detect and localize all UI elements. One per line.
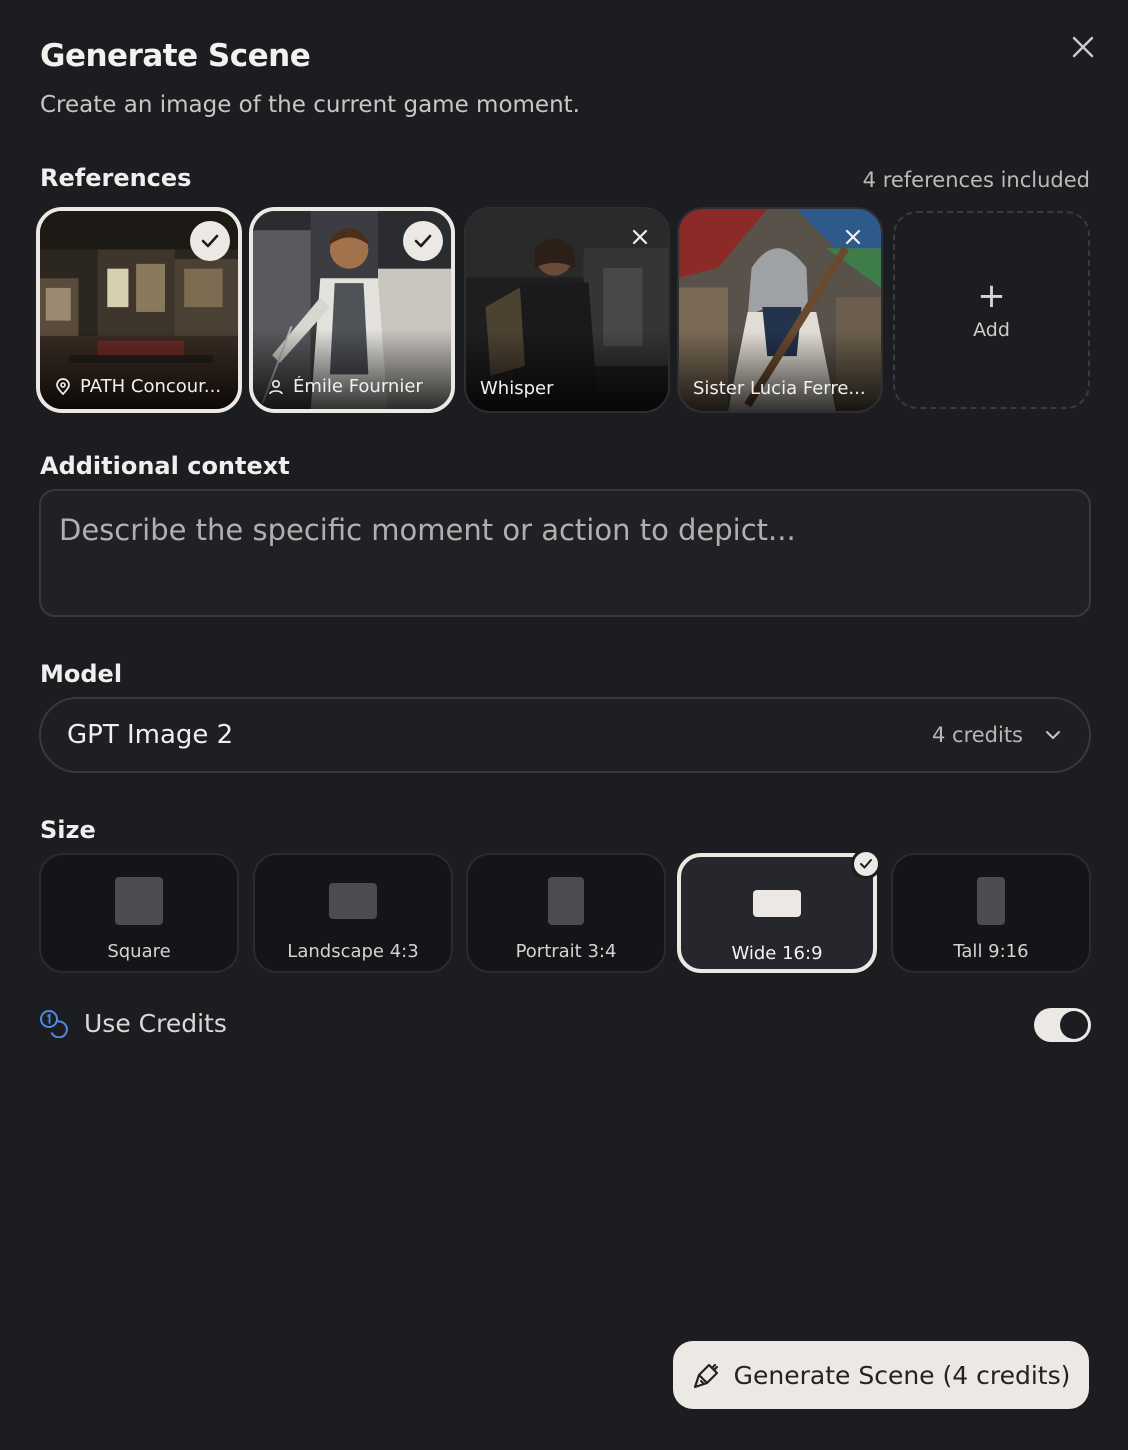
generate-scene-label: Generate Scene (4 credits)	[733, 1360, 1071, 1390]
size-label: Size	[40, 816, 96, 844]
additional-context-label: Additional context	[40, 452, 290, 480]
add-reference-button[interactable]: + Add	[893, 211, 1090, 409]
close-icon	[632, 229, 648, 245]
tall-shape-icon	[977, 877, 1005, 925]
close-icon	[1072, 36, 1094, 58]
references-count: 4 references included	[862, 168, 1090, 192]
dialog-title: Generate Scene	[40, 38, 311, 74]
use-credits-label: Use Credits	[84, 1008, 227, 1038]
size-option-label: Portrait 3:4	[515, 941, 617, 962]
reference-card-whisper[interactable]: Whisper	[464, 207, 670, 413]
check-icon	[860, 859, 872, 869]
close-button[interactable]	[1068, 32, 1098, 62]
add-label: Add	[973, 319, 1010, 341]
selected-check-badge[interactable]	[403, 221, 443, 261]
plus-icon: +	[977, 276, 1006, 316]
reference-label: Sister Lucia Ferre...	[693, 378, 866, 399]
square-shape-icon	[115, 877, 163, 925]
selected-check-badge[interactable]	[190, 221, 230, 261]
model-select[interactable]: GPT Image 2 4 credits	[39, 697, 1091, 773]
model-selected-value: GPT Image 2	[67, 720, 234, 750]
size-option-label: Square	[107, 941, 171, 962]
person-icon	[269, 379, 283, 394]
check-icon	[414, 234, 432, 248]
toggle-knob	[1060, 1011, 1088, 1039]
size-option-square[interactable]: Square	[39, 853, 239, 973]
size-option-label: Tall 9:16	[953, 941, 1029, 962]
coins-icon	[40, 1010, 68, 1038]
use-credits-row: Use Credits	[38, 1008, 227, 1038]
close-icon	[845, 229, 861, 245]
reference-label: PATH Concour...	[80, 376, 222, 397]
size-option-wide[interactable]: Wide 16:9	[677, 849, 881, 973]
use-credits-toggle[interactable]	[1034, 1008, 1091, 1042]
generate-scene-button[interactable]: Generate Scene (4 credits)	[673, 1341, 1089, 1409]
reference-card-character[interactable]: Émile Fournier	[249, 207, 455, 413]
size-option-label: Landscape 4:3	[287, 941, 419, 962]
wide-shape-icon	[753, 889, 801, 917]
size-option-portrait[interactable]: Portrait 3:4	[466, 853, 666, 973]
remove-reference-button[interactable]	[622, 219, 658, 255]
size-options: Square Landscape 4:3 Portrait 3:4 Wide 1…	[39, 849, 1091, 973]
references-label: References	[40, 164, 192, 192]
location-pin-icon	[56, 377, 70, 395]
reference-card-sister-lucia[interactable]: Sister Lucia Ferre...	[677, 207, 883, 413]
remove-reference-button[interactable]	[835, 219, 871, 255]
size-option-landscape[interactable]: Landscape 4:3	[253, 853, 453, 973]
model-label: Model	[40, 660, 123, 688]
paintbrush-icon	[693, 1363, 718, 1389]
additional-context-input[interactable]	[39, 489, 1091, 617]
reference-card-location[interactable]: PATH Concour...	[36, 207, 242, 413]
model-credits: 4 credits	[931, 723, 1023, 747]
chevron-down-icon	[1046, 731, 1060, 739]
size-option-label: Wide 16:9	[731, 943, 823, 964]
selected-check-badge	[851, 849, 881, 879]
references-list: PATH Concour... Émile Fournier Whisper S…	[36, 207, 1096, 413]
dialog-subtitle: Create an image of the current game mome…	[40, 92, 580, 118]
size-option-tall[interactable]: Tall 9:16	[891, 853, 1091, 973]
portrait-shape-icon	[548, 877, 584, 925]
generate-scene-dialog: Generate Scene Create an image of the cu…	[0, 0, 1128, 1450]
reference-label: Whisper	[480, 378, 554, 399]
reference-label: Émile Fournier	[293, 376, 423, 397]
check-icon	[201, 234, 219, 248]
landscape-shape-icon	[329, 883, 377, 919]
